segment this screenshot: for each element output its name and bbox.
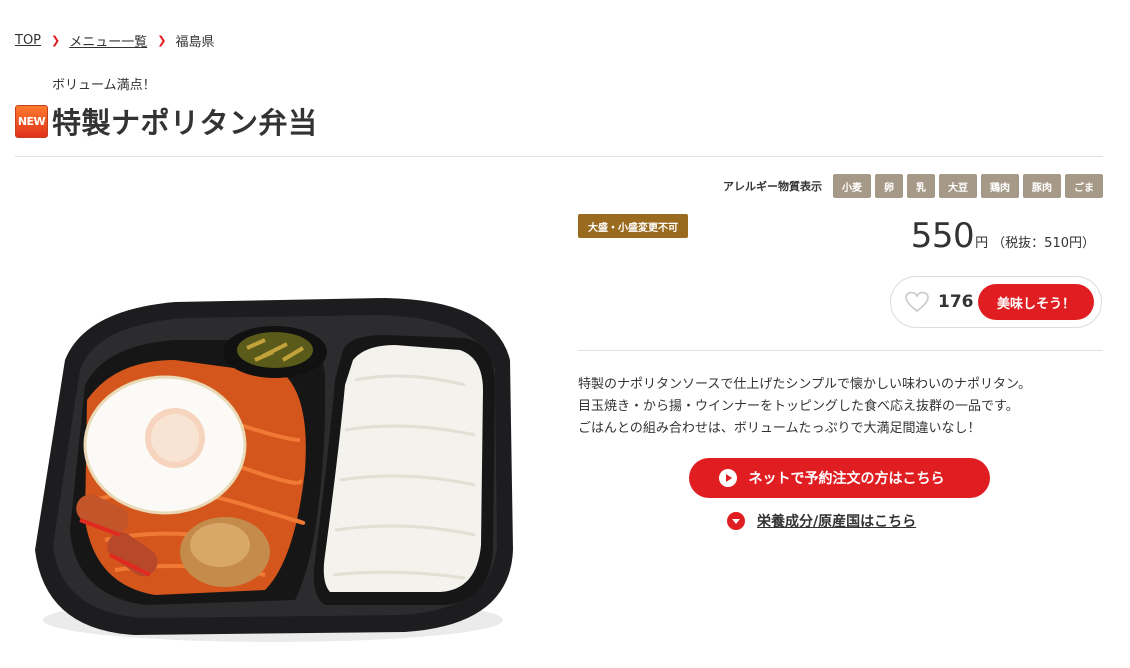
breadcrumb-current: 福島県 [175, 35, 215, 50]
chevron-down-icon [727, 512, 745, 530]
allergy-tag-pork: 豚肉 [1023, 174, 1061, 198]
breadcrumb-menu-list-link[interactable]: メニュー一覧 [69, 31, 147, 50]
divider [578, 350, 1103, 351]
online-order-button[interactable]: ネットで予約注文の方はこちら [689, 458, 990, 498]
allergy-label: アレルギー物質表示 [723, 180, 822, 193]
allergy-tag-chicken: 鶏肉 [981, 174, 1019, 198]
nutrition-origin-link[interactable]: 栄養成分/原産国はこちら [727, 511, 916, 531]
allergy-tag-soy: 大豆 [939, 174, 977, 198]
breadcrumb: TOP ❯ メニュー一覧 ❯ 福島県 [15, 31, 214, 50]
new-badge: NEW [15, 104, 48, 138]
nutrition-origin-label: 栄養成分/原産国はこちら [757, 514, 917, 530]
title-row: NEW 特製ナポリタン弁当 [15, 100, 318, 142]
chevron-right-icon: ❯ [157, 34, 167, 47]
allergy-tag-wheat: 小麦 [833, 174, 871, 198]
price-unit: 円 [975, 236, 989, 251]
allergy-tag-sesame: ごま [1065, 174, 1103, 198]
allergy-tag-milk: 乳 [907, 174, 935, 198]
breadcrumb-top-link[interactable]: TOP [15, 33, 41, 48]
divider [15, 156, 1103, 157]
description-line: ごはんとの組み合わせは、ボリュームたっぷりで大満足間違いなし！ [578, 421, 981, 436]
product-description: 特製のナポリタンソースで仕上げたシンプルで懐かしい味わいのナポリタン。 目玉焼き… [578, 374, 1031, 440]
chevron-right-icon: ❯ [51, 34, 61, 47]
play-icon [718, 469, 737, 487]
looks-tasty-button[interactable]: 美味しそう！ [978, 284, 1094, 320]
size-change-note-badge: 大盛・小盛変更不可 [578, 214, 688, 238]
product-image [25, 290, 520, 650]
like-count: 176 [938, 292, 974, 312]
product-catchphrase: ボリューム満点！ [52, 78, 156, 93]
allergy-list: アレルギー物質表示 小麦 卵 乳 大豆 鶏肉 豚肉 ごま [723, 174, 1103, 198]
page-title: 特製ナポリタン弁当 [52, 106, 318, 140]
description-line: 目玉焼き・から揚・ウインナーをトッピングした食べ応え抜群の一品です。 [578, 399, 1019, 414]
heart-icon[interactable] [905, 291, 929, 313]
price-value: 550 [910, 216, 975, 256]
price: 550 円 （税抜：510円） [911, 216, 1095, 256]
price-tax: （税抜：510円） [992, 236, 1095, 251]
online-order-label: ネットで予約注文の方はこちら [748, 471, 945, 487]
allergy-tag-egg: 卵 [875, 174, 903, 198]
like-box: 176 美味しそう！ [890, 276, 1102, 328]
description-line: 特製のナポリタンソースで仕上げたシンプルで懐かしい味わいのナポリタン。 [578, 377, 1032, 392]
